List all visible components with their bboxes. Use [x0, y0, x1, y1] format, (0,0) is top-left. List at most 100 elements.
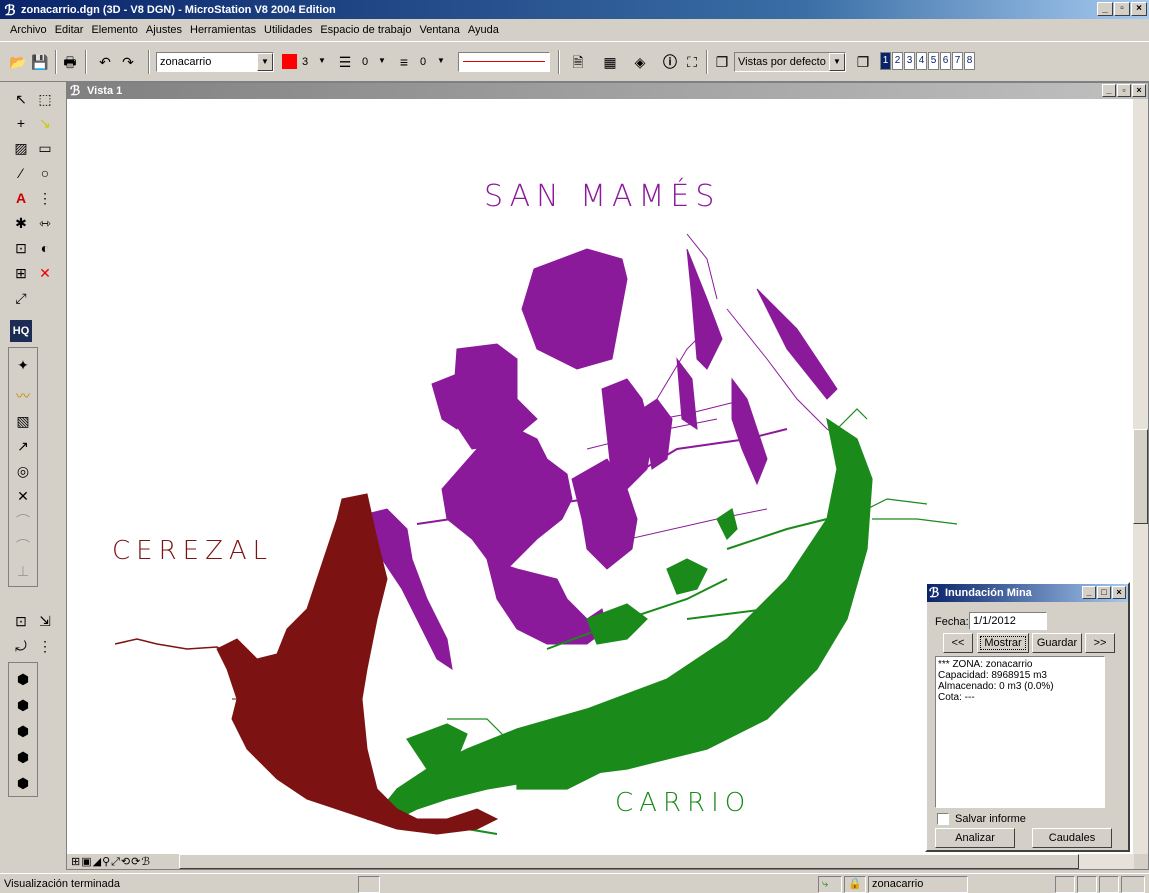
menu-ventana[interactable]: Ventana [415, 24, 463, 36]
mine-tool-2-icon[interactable]: 〰 [12, 385, 34, 407]
dialog-maximize-button[interactable]: □ [1097, 586, 1111, 599]
cube-5-icon[interactable]: ⬢ [12, 772, 34, 794]
view-close-button[interactable]: × [1132, 84, 1146, 97]
delete-icon[interactable]: ✕ [34, 262, 56, 284]
level-combo[interactable]: zonacarrio ▼ [156, 52, 274, 72]
menu-herramientas[interactable]: Herramientas [186, 24, 260, 36]
mine-tool-8-icon[interactable]: ⌒ [12, 535, 34, 557]
menu-espacio-de-trabajo[interactable]: Espacio de trabajo [316, 24, 415, 36]
hq-icon[interactable]: HQ [10, 320, 32, 342]
fit-view-icon[interactable]: ⛶ [682, 52, 702, 72]
rectangle-icon[interactable]: ▭ [34, 137, 56, 159]
circle-icon[interactable]: ○ [34, 162, 56, 184]
view-control-icons[interactable]: ⊞▣◢⚲⤢⟲⟳ℬ [71, 855, 151, 869]
mine-tool-4-icon[interactable]: ↗ [12, 435, 34, 457]
line-style-icon[interactable]: ☰ [335, 52, 355, 72]
chevron-down-icon[interactable]: ▼ [257, 53, 273, 71]
color-swatch[interactable] [282, 54, 297, 69]
mostrar-button[interactable]: Mostrar [977, 633, 1029, 653]
place-point-icon[interactable]: + [10, 112, 32, 134]
view-windows-icon[interactable]: ❐ [853, 52, 873, 72]
print-icon[interactable]: 🖶 [60, 52, 80, 72]
horizontal-scroll-thumb[interactable] [179, 854, 1079, 869]
cube-1-icon[interactable]: ⬢ [12, 668, 34, 690]
report-textarea[interactable]: *** ZONA: zonacarrio Capacidad: 8968915 … [935, 656, 1105, 808]
fence-icon[interactable]: ⬚ [34, 88, 56, 110]
smartline-icon[interactable]: ↘ [34, 112, 56, 134]
menu-utilidades[interactable]: Utilidades [260, 24, 316, 36]
chevron-down-icon[interactable]: ▼ [829, 53, 845, 71]
line-preview[interactable] [458, 52, 550, 72]
undo-icon[interactable]: ↶ [95, 52, 115, 72]
modify-icon[interactable]: ⊡ [10, 237, 32, 259]
mine-tool-5-icon[interactable]: ◎ [12, 460, 34, 482]
close-button[interactable]: × [1131, 2, 1147, 16]
arc-icon[interactable]: ⁄ [10, 162, 32, 184]
document-icon[interactable]: 🗎 [568, 52, 588, 72]
view-button-2[interactable]: 2 [892, 52, 903, 70]
view-button-7[interactable]: 7 [952, 52, 963, 70]
view-button-4[interactable]: 4 [916, 52, 927, 70]
salvar-checkbox[interactable] [937, 813, 949, 825]
line-style-dropdown-arrow-icon[interactable]: ▼ [378, 56, 386, 65]
restore-button[interactable]: ▫ [1114, 2, 1130, 16]
cell-icon[interactable]: ⋮ [34, 187, 56, 209]
view-minimize-button[interactable]: _ [1102, 84, 1116, 97]
grid-icon[interactable]: ▦ [600, 52, 620, 72]
view-tool-4-icon[interactable]: ⋮ [34, 635, 56, 657]
save-disk-icon[interactable]: 💾 [30, 52, 50, 72]
lock-icon[interactable]: 🔒 [844, 876, 866, 893]
view-button-8[interactable]: 8 [964, 52, 975, 70]
menu-archivo[interactable]: Archivo [6, 24, 51, 36]
cube-3-icon[interactable]: ⬢ [12, 720, 34, 742]
manipulate-icon[interactable]: ⊞ [10, 262, 32, 284]
layers-icon[interactable]: ◈ [630, 52, 650, 72]
mine-tool-7-icon[interactable]: ⌒ [12, 510, 34, 532]
views-combo[interactable]: Vistas por defecto ▼ [734, 52, 846, 72]
view-button-5[interactable]: 5 [928, 52, 939, 70]
mine-tool-3-icon[interactable]: ▧ [12, 410, 34, 432]
menu-ayuda[interactable]: Ayuda [464, 24, 503, 36]
palette-icon[interactable]: ◐ [34, 237, 56, 259]
line-weight-icon[interactable]: ≡ [394, 52, 414, 72]
view-tool-2-icon[interactable]: ⇲ [34, 610, 56, 632]
scale-icon[interactable]: ⤢ [10, 287, 32, 309]
fecha-input[interactable]: 1/1/2012 [969, 612, 1047, 630]
view-restore-button[interactable]: ▫ [1117, 84, 1131, 97]
hatch-icon[interactable]: ▨ [10, 137, 32, 159]
analizar-button[interactable]: Analizar [935, 828, 1015, 848]
snap-icon[interactable]: ⤷ [818, 876, 842, 893]
dimension-icon[interactable]: ✱ [10, 212, 32, 234]
guardar-button[interactable]: Guardar [1032, 633, 1082, 653]
view-button-6[interactable]: 6 [940, 52, 951, 70]
redo-icon[interactable]: ↷ [118, 52, 138, 72]
vertical-scroll-thumb[interactable] [1133, 429, 1148, 524]
cube-2-icon[interactable]: ⬢ [12, 694, 34, 716]
view-button-3[interactable]: 3 [904, 52, 915, 70]
dialog-close-button[interactable]: × [1112, 586, 1126, 599]
mine-tool-1-icon[interactable]: ✦ [12, 354, 34, 376]
info-icon[interactable]: ⓘ [660, 52, 680, 72]
color-dropdown-arrow-icon[interactable]: ▼ [318, 56, 326, 65]
view-tool-1-icon[interactable]: ⊡ [10, 610, 32, 632]
line-weight-dropdown-arrow-icon[interactable]: ▼ [437, 56, 445, 65]
next-button[interactable]: >> [1085, 633, 1115, 653]
open-folder-icon[interactable]: 📂 [8, 52, 28, 72]
minimize-button[interactable]: _ [1097, 2, 1113, 16]
select-arrow-icon[interactable]: ↖ [10, 88, 32, 110]
view-tool-3-icon[interactable]: ⤾ [10, 635, 32, 657]
mine-tool-6-icon[interactable]: ✕ [12, 485, 34, 507]
text-icon[interactable]: A [10, 187, 32, 209]
vertical-scrollbar[interactable] [1133, 99, 1148, 854]
menu-ajustes[interactable]: Ajustes [142, 24, 186, 36]
mine-tool-9-icon[interactable]: ⊥ [12, 560, 34, 582]
caudales-button[interactable]: Caudales [1032, 828, 1112, 848]
menu-elemento[interactable]: Elemento [87, 24, 141, 36]
menu-editar[interactable]: Editar [51, 24, 88, 36]
view-button-1[interactable]: 1 [880, 52, 891, 70]
views-icon[interactable]: ❐ [712, 52, 732, 72]
measure-icon[interactable]: ⇿ [34, 212, 56, 234]
cube-4-icon[interactable]: ⬢ [12, 746, 34, 768]
prev-button[interactable]: << [943, 633, 973, 653]
dialog-minimize-button[interactable]: _ [1082, 586, 1096, 599]
